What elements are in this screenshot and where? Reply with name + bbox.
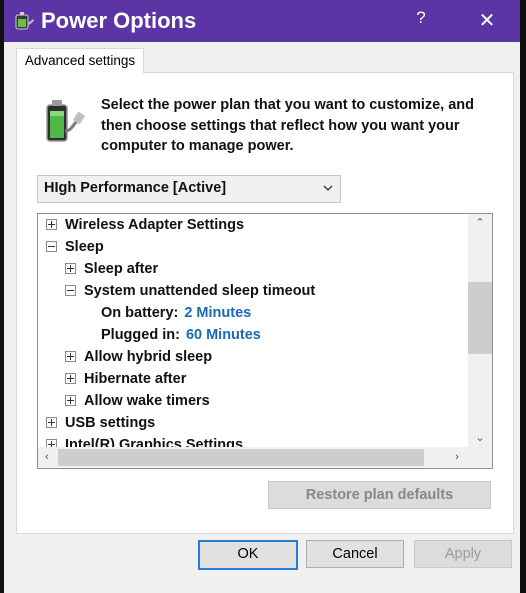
close-button[interactable]: ✕ — [476, 8, 498, 32]
cancel-button[interactable]: Cancel — [306, 540, 404, 568]
expand-icon[interactable] — [46, 438, 57, 447]
tree-item-label: Allow hybrid sleep — [84, 349, 213, 365]
tree-item-allow-hybrid-sleep[interactable]: Allow hybrid sleep — [65, 347, 212, 367]
tree-item-allow-wake-timers[interactable]: Allow wake timers — [65, 391, 210, 411]
advanced-settings-panel: Select the power plan that you want to c… — [16, 72, 514, 534]
chevron-up-icon[interactable]: ⌃ — [468, 214, 492, 232]
tree-item-unattended-sleep-timeout[interactable]: System unattended sleep timeout — [65, 281, 315, 301]
scrollbar-corner — [468, 447, 492, 468]
chevron-left-icon[interactable]: ‹ — [38, 447, 56, 468]
chevron-right-icon[interactable]: › — [448, 447, 466, 468]
tree-item-plugged-in[interactable]: Plugged in: 60 Minutes — [101, 325, 261, 345]
expand-icon[interactable] — [65, 372, 76, 384]
settings-tree[interactable]: Wireless Adapter Settings Sleep Sleep af… — [37, 213, 493, 469]
tree-item-label: Wireless Adapter Settings — [65, 217, 245, 233]
tree-item-sleep[interactable]: Sleep — [46, 237, 104, 257]
plan-description: Select the power plan that you want to c… — [101, 97, 475, 154]
power-plan-dropdown[interactable]: HIgh Performance [Active] — [37, 175, 341, 203]
tree-item-label: On battery: — [101, 305, 179, 321]
tree-item-on-battery[interactable]: On battery: 2 Minutes — [101, 303, 251, 323]
chevron-down-icon — [323, 185, 333, 191]
tree-item-label: Hibernate after — [84, 371, 187, 387]
window-title: Power Options — [41, 8, 197, 33]
tree-item-wireless-adapter[interactable]: Wireless Adapter Settings — [46, 215, 244, 235]
vertical-scroll-thumb[interactable] — [468, 282, 492, 354]
expand-icon[interactable] — [65, 350, 76, 362]
chevron-down-icon[interactable]: ⌄ — [468, 429, 492, 447]
restore-plan-defaults-button[interactable]: Restore plan defaults — [268, 481, 491, 509]
expand-icon[interactable] — [65, 262, 76, 274]
ok-button[interactable]: OK — [198, 540, 298, 570]
tree-item-usb-settings[interactable]: USB settings — [46, 413, 155, 433]
expand-icon[interactable] — [46, 416, 57, 428]
tree-item-label: Allow wake timers — [84, 393, 210, 409]
tab-advanced-settings[interactable]: Advanced settings — [16, 48, 144, 73]
power-options-icon — [15, 12, 34, 30]
collapse-icon[interactable] — [65, 284, 76, 296]
tree-item-label: Sleep after — [84, 261, 159, 277]
tree-item-label: Intel(R) Graphics Settings — [65, 437, 244, 447]
tree-item-label: System unattended sleep timeout — [84, 283, 316, 299]
help-button[interactable]: ? — [410, 8, 432, 32]
battery-plug-icon — [46, 100, 85, 142]
tree-item-sleep-after[interactable]: Sleep after — [65, 259, 158, 279]
title-bar[interactable]: Power Options ? ✕ — [4, 0, 520, 42]
vertical-scrollbar[interactable]: ⌃ ⌄ — [468, 214, 492, 447]
apply-button[interactable]: Apply — [414, 540, 512, 568]
power-options-dialog: Power Options ? ✕ Advanced settings Sele… — [4, 0, 520, 593]
tree-item-hibernate-after[interactable]: Hibernate after — [65, 369, 186, 389]
horizontal-scrollbar[interactable]: ‹ › — [38, 447, 468, 468]
settings-tree-viewport: Wireless Adapter Settings Sleep Sleep af… — [38, 214, 468, 447]
on-battery-value[interactable]: 2 Minutes — [184, 305, 251, 321]
tree-item-label: Plugged in: — [101, 327, 180, 343]
tree-item-intel-graphics[interactable]: Intel(R) Graphics Settings — [46, 435, 243, 447]
tree-item-label: Sleep — [65, 239, 104, 255]
plugged-in-value[interactable]: 60 Minutes — [186, 327, 261, 343]
expand-icon[interactable] — [46, 218, 57, 230]
tree-item-label: USB settings — [65, 415, 156, 431]
collapse-icon[interactable] — [46, 240, 57, 252]
horizontal-scroll-thumb[interactable] — [58, 449, 424, 466]
power-plan-selected: HIgh Performance [Active] — [44, 180, 227, 196]
expand-icon[interactable] — [65, 394, 76, 406]
